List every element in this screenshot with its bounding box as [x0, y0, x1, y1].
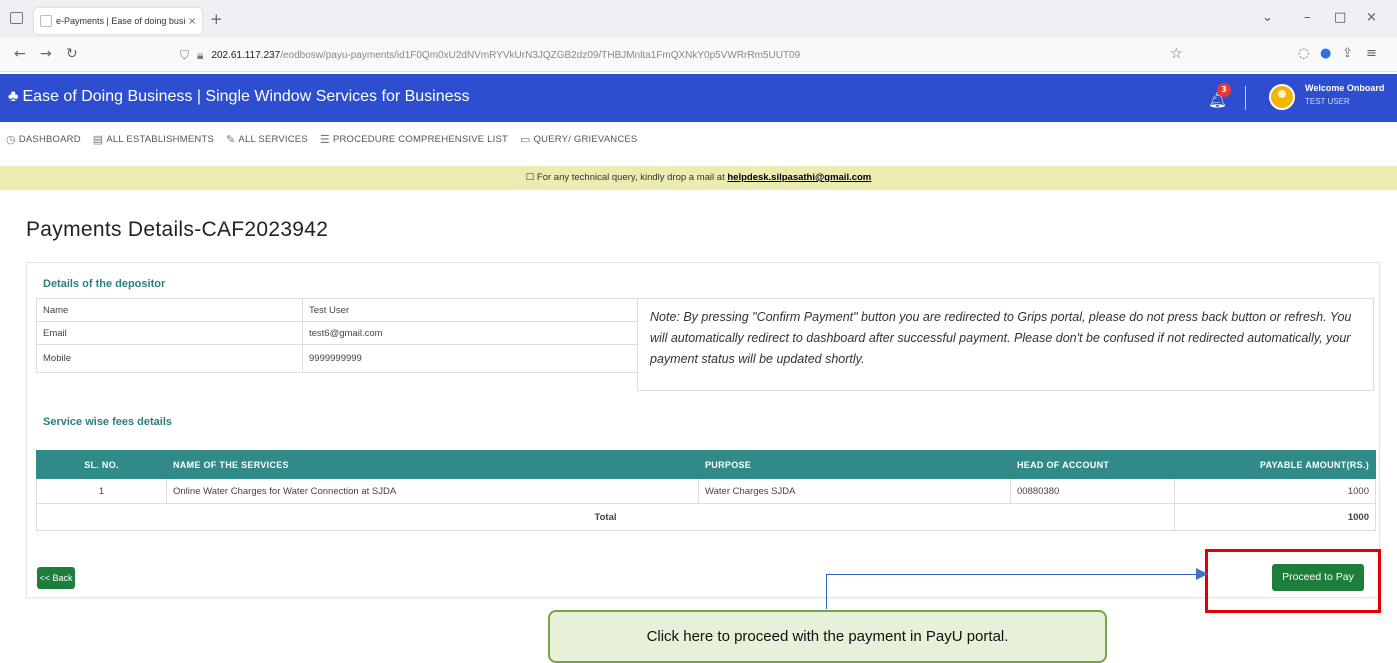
depositor-label: Email: [36, 321, 303, 345]
menu-icon[interactable]: ≡: [1366, 46, 1377, 61]
depositor-value: 9999999999: [302, 344, 638, 373]
close-window-icon[interactable]: ×: [1366, 10, 1377, 25]
depositor-value: test6@gmail.com: [302, 321, 638, 345]
menu-procedure-list[interactable]: ☰ PROCEDURE COMPREHENSIVE LIST: [320, 133, 508, 146]
menu-label: ALL SERVICES: [238, 133, 308, 145]
reload-icon[interactable]: ↻: [66, 46, 78, 62]
highlight-box: [1205, 549, 1381, 613]
people-logo-icon: ♣: [8, 88, 19, 105]
table-header-row: SL. NO. NAME OF THE SERVICES PURPOSE HEA…: [36, 450, 1376, 479]
menu-label: DASHBOARD: [18, 133, 81, 145]
menu-all-establishments[interactable]: ▤ ALL ESTABLISHMENTS: [93, 133, 214, 146]
main-menu: ◷ DASHBOARD ▤ ALL ESTABLISHMENTS ✎ ALL S…: [0, 122, 1397, 156]
cell-sl: 1: [36, 478, 167, 504]
browser-tab-bar: e-Payments | Ease of doing business × + …: [0, 0, 1397, 38]
callout-box: Click here to proceed with the payment i…: [548, 610, 1107, 663]
header-divider: [1245, 86, 1246, 110]
menu-dashboard[interactable]: ◷ DASHBOARD: [6, 133, 81, 146]
connector-line: [826, 574, 1206, 575]
url-host: 202.61.117.237: [211, 49, 281, 61]
browser-tab[interactable]: e-Payments | Ease of doing business ×: [34, 8, 202, 34]
url-field[interactable]: ⛉ 🔒︎ 202.61.117.237/eodbosw/payu-payment…: [180, 44, 1200, 66]
share-icon[interactable]: ⇪: [1342, 46, 1353, 61]
cell-purpose: Water Charges SJDA: [698, 478, 1011, 504]
column-header: NAME OF THE SERVICES: [166, 450, 699, 479]
notice-text: For any technical query, kindly drop a m…: [536, 172, 725, 183]
chat-icon: ☐: [525, 172, 535, 183]
depositor-label: Name: [36, 298, 303, 322]
depositor-label: Mobile: [36, 344, 303, 373]
dashboard-icon: ◷: [6, 133, 16, 146]
depositor-table: Name Test User Email test6@gmail.com Mob…: [36, 298, 638, 373]
lock-icon: 🔒︎: [197, 47, 204, 62]
menu-label: QUERY/ GRIEVANCES: [533, 133, 638, 145]
brand[interactable]: ♣ Ease of Doing Business | Single Window…: [8, 88, 470, 106]
arrow-head-icon: [1196, 568, 1208, 580]
cell-amount: 1000: [1174, 478, 1376, 504]
favicon-icon: [40, 15, 52, 27]
depositor-value: Test User: [302, 298, 638, 322]
table-row: Mobile 9999999999: [36, 344, 638, 373]
menu-label: ALL ESTABLISHMENTS: [106, 133, 214, 145]
cell-service: Online Water Charges for Water Connectio…: [166, 478, 699, 504]
user-name: TEST USER: [1305, 97, 1350, 106]
tab-list-icon[interactable]: ⌄: [1262, 10, 1273, 25]
table-row: Email test6@gmail.com: [36, 321, 638, 345]
payment-note: Note: By pressing "Confirm Payment" butt…: [637, 298, 1374, 391]
minimize-icon[interactable]: –: [1304, 10, 1311, 25]
list-icon: ☰: [319, 133, 330, 146]
column-header: HEAD OF ACCOUNT: [1010, 450, 1175, 479]
table-row: Name Test User: [36, 298, 638, 322]
new-tab-icon[interactable]: +: [210, 10, 223, 28]
bookmark-star-icon[interactable]: ☆: [1170, 46, 1183, 62]
app-header: ♣ Ease of Doing Business | Single Window…: [0, 74, 1397, 122]
brand-title: Ease of Doing Business | Single Window S…: [22, 88, 470, 105]
shield-icon: ⛉: [180, 47, 190, 62]
connector-line: [826, 574, 827, 609]
window-icon[interactable]: [10, 12, 23, 24]
menu-query-grievances[interactable]: ▭ QUERY/ GRIEVANCES: [520, 133, 637, 146]
forward-arrow-icon[interactable]: →: [40, 46, 52, 62]
extension-icon[interactable]: ●: [1320, 46, 1331, 61]
column-header: PAYABLE AMOUNT(RS.): [1174, 450, 1376, 479]
depositor-section-title: Details of the depositor: [43, 278, 166, 290]
total-label: Total: [36, 503, 1175, 531]
cell-head: 00880380: [1010, 478, 1175, 504]
fees-table: SL. NO. NAME OF THE SERVICES PURPOSE HEA…: [36, 450, 1376, 531]
menu-all-services[interactable]: ✎ ALL SERVICES: [226, 133, 308, 146]
total-row: Total 1000: [36, 503, 1376, 531]
back-button[interactable]: << Back: [37, 567, 75, 589]
notification-badge: 3: [1217, 83, 1231, 97]
building-icon: ▤: [92, 133, 104, 146]
notice-banner: ☐ For any technical query, kindly drop a…: [0, 166, 1397, 190]
page-title: Payments Details-CAF2023942: [26, 218, 329, 241]
message-icon: ▭: [520, 133, 531, 146]
avatar[interactable]: [1269, 84, 1295, 110]
back-arrow-icon[interactable]: ←: [14, 46, 26, 62]
table-row: 1 Online Water Charges for Water Connect…: [36, 478, 1376, 504]
helpdesk-email-link[interactable]: helpdesk.silpasathi@gmail.com: [727, 172, 871, 183]
welcome-text[interactable]: Welcome Onboard: [1305, 83, 1384, 93]
column-header: SL. NO.: [36, 450, 167, 479]
url-path: /eodbosw/payu-payments/id1F0Qm0xU2dNVmRY…: [280, 49, 801, 61]
total-amount: 1000: [1174, 503, 1376, 531]
menu-label: PROCEDURE COMPREHENSIVE LIST: [332, 133, 508, 145]
wrench-icon: ✎: [226, 133, 236, 146]
fees-section-title: Service wise fees details: [43, 416, 173, 428]
column-header: PURPOSE: [698, 450, 1011, 479]
tab-title: e-Payments | Ease of doing business: [56, 16, 186, 26]
tab-close-icon[interactable]: ×: [188, 16, 196, 27]
pocket-icon[interactable]: ◌: [1298, 46, 1309, 61]
maximize-icon[interactable]: □: [1334, 10, 1346, 25]
